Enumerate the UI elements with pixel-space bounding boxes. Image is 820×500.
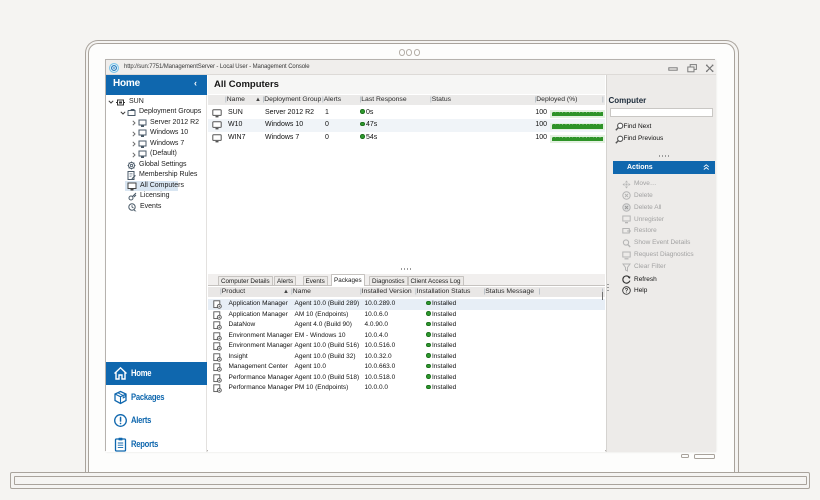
svg-text:?: ? (625, 289, 629, 295)
